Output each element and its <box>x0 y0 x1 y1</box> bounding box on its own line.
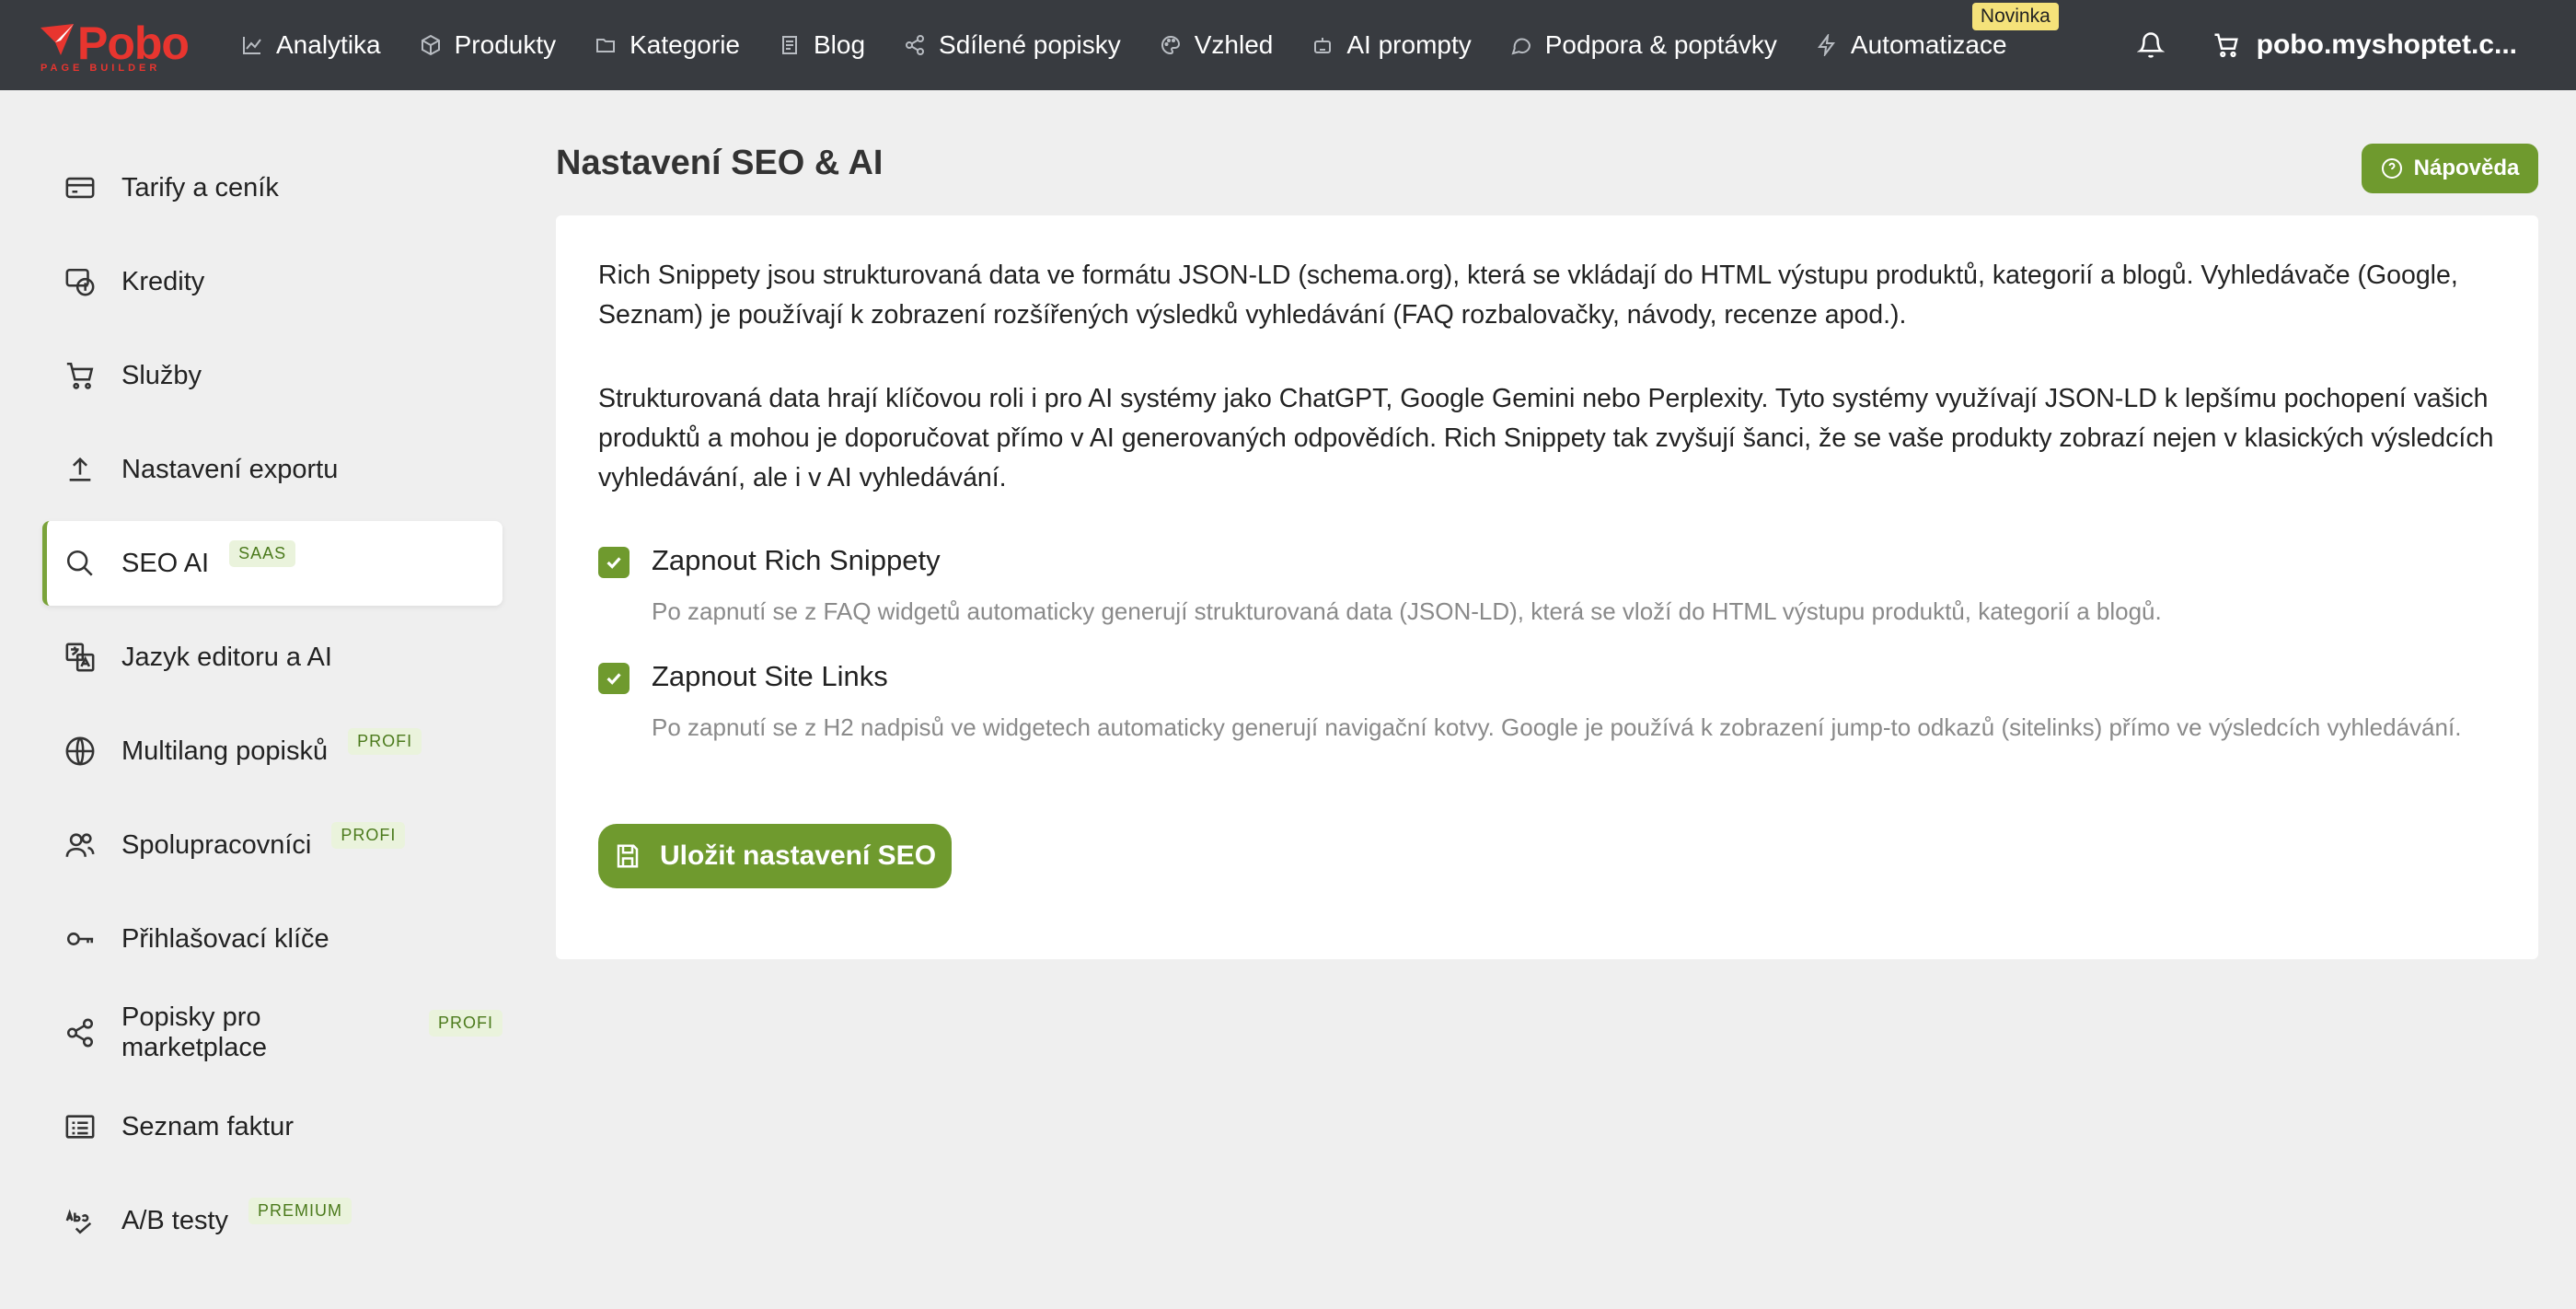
top-navbar: Pobo PAGE BUILDER Analytika Produkty Kat… <box>0 0 2576 90</box>
pobo-logo-icon <box>40 24 74 55</box>
nav-item-analytika[interactable]: Analytika <box>241 0 381 90</box>
sidebar-item-spolupracovnici[interactable]: Spolupracovníci PROFI <box>42 803 502 887</box>
key-icon <box>64 923 96 955</box>
document-icon <box>779 34 801 56</box>
save-seo-button[interactable]: Uložit nastavení SEO <box>598 824 952 888</box>
plan-tag: PROFI <box>348 727 422 755</box>
sidebar-item-label: Popisky pro marketplace <box>121 1002 267 1062</box>
nav-item-blog[interactable]: Blog <box>779 0 865 90</box>
bell-icon[interactable] <box>2136 31 2166 59</box>
help-button-label: Nápověda <box>2413 156 2520 180</box>
box-icon <box>420 34 442 56</box>
rich-snippets-description: Po zapnutí se z FAQ widgetů automaticky … <box>652 597 2162 625</box>
rich-snippets-checkbox[interactable] <box>598 547 630 578</box>
robot-icon <box>1311 34 1334 56</box>
nav-item-label: Podpora & poptávky <box>1544 30 1777 59</box>
sidebar-item-ab-testy[interactable]: A/B testy PREMIUM <box>42 1178 502 1263</box>
sidebar-item-label: Multilang popisků <box>121 736 329 766</box>
main-nav: Analytika Produkty Kategorie Blog Sdílen… <box>241 0 2059 90</box>
nav-item-label: Produkty <box>454 30 557 59</box>
shop-selector[interactable]: pobo.myshoptet.c... <box>2212 29 2517 61</box>
plan-tag: PROFI <box>331 821 406 849</box>
new-badge: Novinka <box>1971 3 2059 30</box>
sidebar-item-label: Kredity <box>121 266 205 296</box>
search-icon <box>64 548 96 579</box>
nav-item-automatizace[interactable]: Automatizace Novinka <box>1816 0 2059 90</box>
bolt-icon <box>1816 34 1838 56</box>
top-right-area: pobo.myshoptet.c... <box>2136 0 2517 90</box>
nav-item-label: Blog <box>814 30 866 59</box>
site-links-checkbox[interactable] <box>598 663 630 694</box>
pobo-logo[interactable]: Pobo PAGE BUILDER <box>39 17 193 74</box>
sidebar-item-marketplace[interactable]: Popisky pro marketplace PROFI <box>42 990 502 1075</box>
sidebar-item-label: Služby <box>121 360 202 390</box>
intro-paragraph: Rich Snippety jsou strukturovaná data ve… <box>598 261 2458 330</box>
sidebar-item-label: SEO AI <box>121 548 210 578</box>
cart-icon <box>64 360 96 391</box>
seo-settings-card: Rich Snippety jsou strukturovaná data ve… <box>556 215 2538 959</box>
sidebar-item-tarify[interactable]: Tarify a ceník <box>42 145 502 230</box>
cart-icon <box>2212 31 2240 59</box>
nav-item-kategorie[interactable]: Kategorie <box>595 0 740 90</box>
plan-tag: PROFI <box>428 1009 502 1037</box>
sidebar-item-label: Nastavení exportu <box>121 454 339 484</box>
upload-icon <box>64 454 96 485</box>
nav-item-produkty[interactable]: Produkty <box>420 0 557 90</box>
logo-subtitle: PAGE BUILDER <box>40 63 161 74</box>
site-links-label[interactable]: Zapnout Site Links <box>652 660 888 693</box>
sidebar-item-multilang[interactable]: Multilang popisků PROFI <box>42 709 502 794</box>
save-icon <box>617 844 639 868</box>
page-title: Nastavení SEO & AI <box>556 144 884 182</box>
chat-icon <box>1510 34 1532 56</box>
folder-icon <box>595 34 617 56</box>
share-icon <box>64 1017 96 1048</box>
sidebar-item-seo-ai[interactable]: SEO AI SAAS <box>42 521 502 606</box>
share-icon <box>904 34 926 56</box>
settings-sidebar: Tarify a ceník Kredity Služby Nastavení … <box>42 90 502 1263</box>
users-icon <box>64 829 96 861</box>
rich-snippets-label[interactable]: Zapnout Rich Snippety <box>652 544 941 577</box>
plan-tag: SAAS <box>229 539 296 567</box>
check-icon <box>606 557 621 569</box>
save-button-label: Uložit nastavení SEO <box>659 840 937 871</box>
translate-icon <box>64 642 96 673</box>
sidebar-item-kredity[interactable]: Kredity <box>42 239 502 324</box>
plan-tag: PREMIUM <box>248 1197 352 1224</box>
ai-paragraph: Strukturovaná data hrají klíčovou roli i… <box>598 384 2494 492</box>
sidebar-item-label: Jazyk editoru a AI <box>121 642 332 672</box>
shop-name: pobo.myshoptet.c... <box>2256 29 2517 60</box>
sidebar-item-label: Tarify a ceník <box>121 172 279 203</box>
nav-item-label: Vzhled <box>1194 30 1274 59</box>
sidebar-item-label: A/B testy <box>121 1205 229 1235</box>
nav-item-podpora[interactable]: Podpora & poptávky <box>1510 0 1777 90</box>
palette-icon <box>1160 34 1182 56</box>
sidebar-item-label: Seznam faktur <box>121 1111 294 1141</box>
spellcheck-icon <box>64 1205 96 1236</box>
sidebar-item-faktury[interactable]: Seznam faktur <box>42 1084 502 1169</box>
site-links-description: Po zapnutí se z H2 nadpisů ve widgetech … <box>652 713 2462 741</box>
sidebar-item-klice[interactable]: Přihlašovací klíče <box>42 897 502 981</box>
help-icon <box>2381 158 2402 179</box>
credit-card-icon <box>64 172 96 203</box>
nav-item-label: Automatizace <box>1850 30 2007 59</box>
check-icon <box>606 673 621 685</box>
coins-icon <box>64 266 96 297</box>
nav-item-label: Kategorie <box>630 30 740 59</box>
nav-item-vzhled[interactable]: Vzhled <box>1160 0 1274 90</box>
list-icon <box>64 1111 96 1142</box>
nav-item-label: AI prompty <box>1346 30 1472 59</box>
sidebar-item-export[interactable]: Nastavení exportu <box>42 427 502 512</box>
nav-item-ai-prompty[interactable]: AI prompty <box>1311 0 1472 90</box>
globe-icon <box>64 736 96 767</box>
help-button[interactable]: Nápověda <box>2362 144 2538 193</box>
sidebar-item-jazyk[interactable]: Jazyk editoru a AI <box>42 615 502 700</box>
chart-line-icon <box>241 34 263 56</box>
sidebar-item-sluzby[interactable]: Služby <box>42 333 502 418</box>
nav-item-label: Sdílené popisky <box>939 30 1121 59</box>
sidebar-item-label: Spolupracovníci <box>121 829 312 860</box>
nav-item-sdilene-popisky[interactable]: Sdílené popisky <box>904 0 1121 90</box>
sidebar-item-label: Přihlašovací klíče <box>121 923 329 954</box>
nav-item-label: Analytika <box>276 30 381 59</box>
